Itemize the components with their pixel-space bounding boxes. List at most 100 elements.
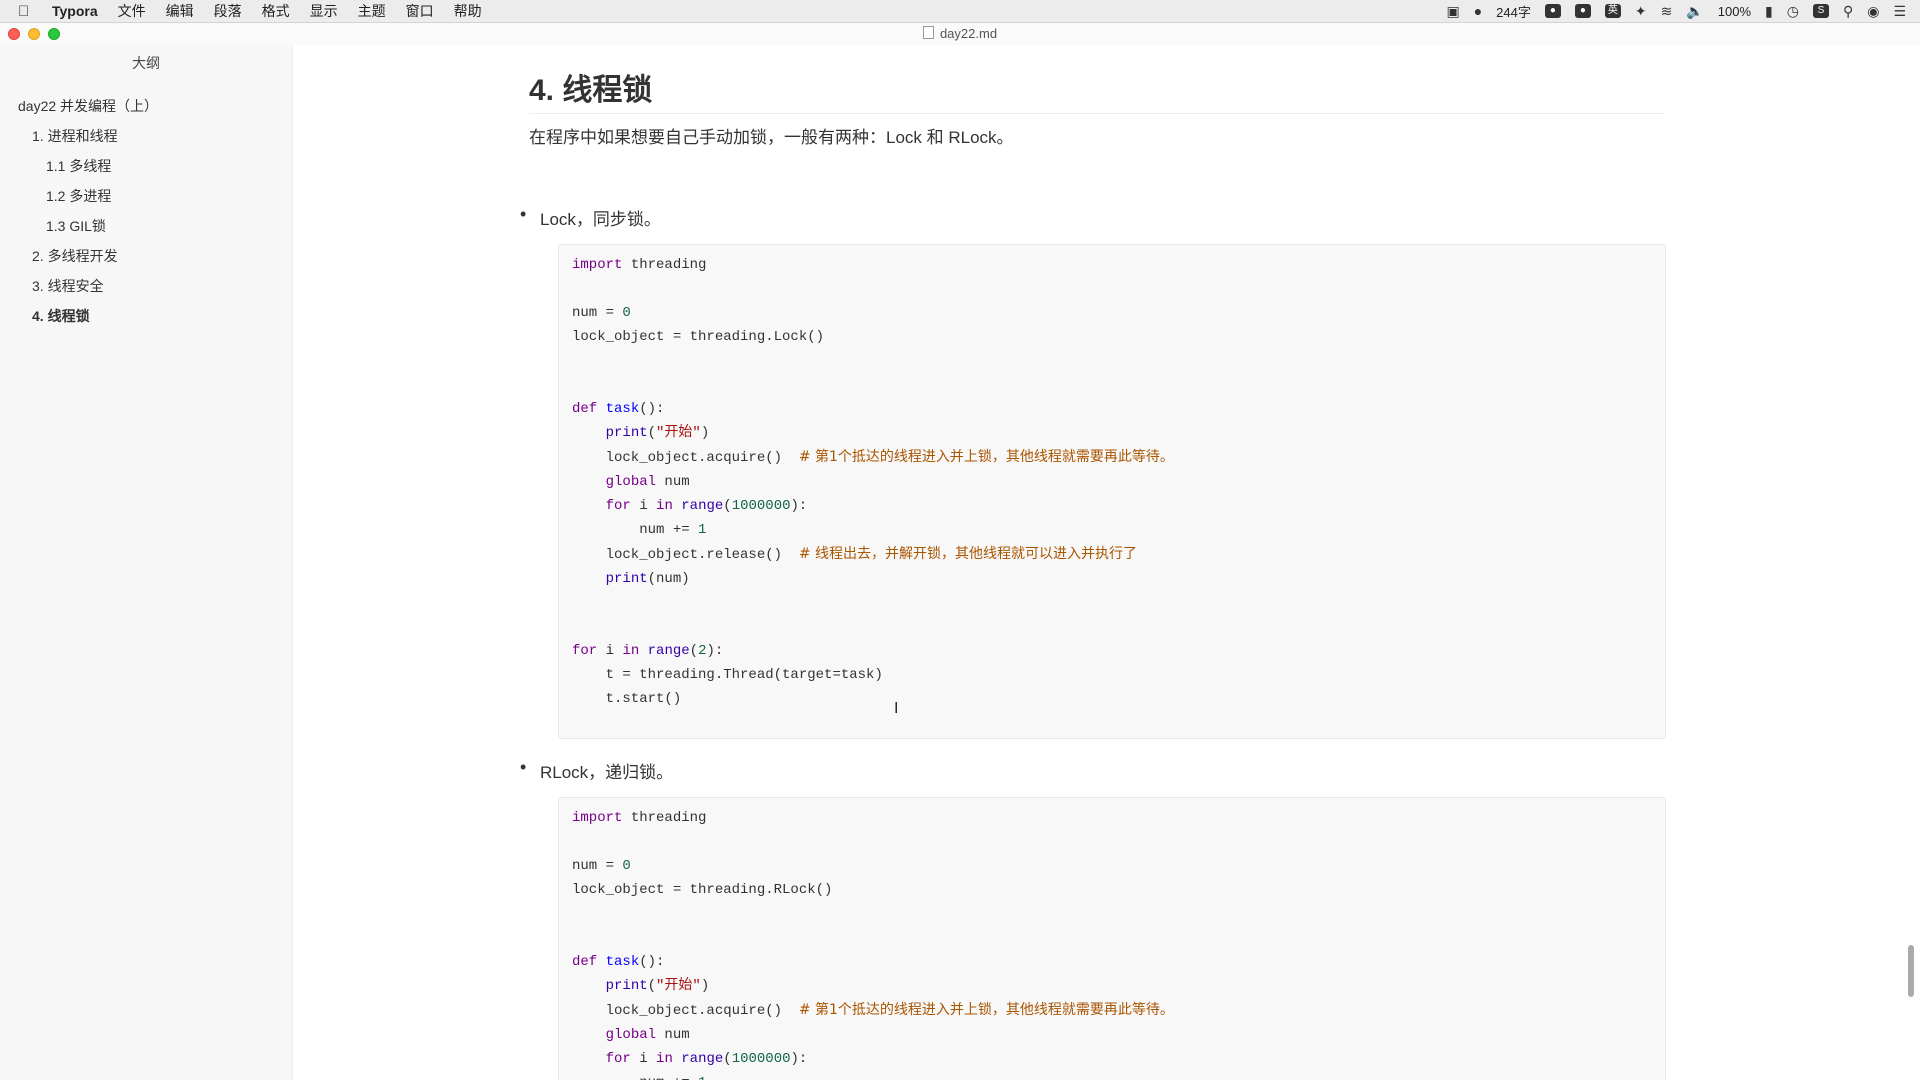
code-keyword: import: [572, 257, 623, 273]
code-text: lock_object.acquire(): [572, 1003, 799, 1019]
code-comment: # 第1个抵达的线程进入并上锁，其他线程就需要再此等待。: [798, 1002, 1174, 1018]
microphone-icon[interactable]: ●: [1574, 4, 1591, 18]
menu-view[interactable]: 显示: [310, 1, 338, 21]
list-item-lock[interactable]: Lock，同步锁。: [520, 204, 661, 230]
code-keyword: for: [572, 643, 598, 659]
battery-icon[interactable]: ▮: [1765, 3, 1773, 20]
code-text: threading: [630, 257, 707, 273]
menu-window[interactable]: 窗口: [406, 1, 434, 21]
code-text: num =: [572, 858, 623, 874]
outline-item-thread-lock[interactable]: 4. 线程锁: [0, 301, 292, 331]
code-block-lock[interactable]: import threading num = 0 lock_object = t…: [558, 244, 1666, 739]
code-number: 1: [698, 522, 707, 538]
code-text: t.start(): [572, 691, 682, 707]
vertical-scrollbar[interactable]: [1908, 945, 1914, 997]
code-string: "开始": [656, 978, 701, 994]
code-text: num =: [572, 305, 623, 321]
outline-item-day22[interactable]: day22 并发编程（上）: [0, 91, 292, 121]
window-titlebar: day22.md: [0, 23, 1920, 45]
code-number: 1000000: [731, 498, 791, 514]
time-machine-icon[interactable]: ◷: [1787, 3, 1799, 20]
input-method-icon[interactable]: 英: [1604, 4, 1621, 18]
outline-list: day22 并发编程（上） 1. 进程和线程 1.1 多线程 1.2 多进程 1…: [0, 91, 292, 331]
volume-icon[interactable]: 🔈: [1686, 3, 1703, 20]
code-text: lock_object.acquire(): [572, 450, 799, 466]
menu-help[interactable]: 帮助: [454, 1, 482, 21]
section-heading[interactable]: 4. 线程锁: [529, 65, 1665, 114]
intro-paragraph[interactable]: 在程序中如果想要自己手动加锁，一般有两种：Lock 和 RLock。: [529, 123, 1014, 148]
app-menu[interactable]: Typora: [52, 3, 98, 19]
code-keyword: global: [605, 474, 657, 490]
code-keyword: global: [605, 1027, 657, 1043]
code-text: num: [656, 1027, 690, 1043]
code-string: "开始": [656, 425, 701, 441]
outline-sidebar: 大纲 day22 并发编程（上） 1. 进程和线程 1.1 多线程 1.2 多进…: [0, 45, 293, 1080]
code-function: task: [605, 954, 640, 970]
control-center-icon[interactable]: ☰: [1893, 3, 1906, 20]
sidebar-title: 大纲: [132, 55, 160, 71]
code-number: 0: [622, 858, 631, 874]
code-text: lock_object.release(): [572, 547, 799, 563]
code-keyword: in: [622, 643, 640, 659]
file-icon: [922, 26, 934, 39]
menu-file[interactable]: 文件: [118, 1, 146, 21]
window-title-text: day22.md: [939, 26, 998, 41]
code-text: lock_object = threading.RLock(): [572, 882, 833, 898]
bluetooth-icon[interactable]: ✦: [1635, 3, 1647, 20]
menu-theme[interactable]: 主题: [358, 1, 386, 21]
outline-item-thread-dev[interactable]: 2. 多线程开发: [0, 241, 292, 271]
code-number: 0: [622, 305, 631, 321]
menu-app-icon[interactable]: S: [1812, 4, 1829, 18]
code-number: 1000000: [731, 1051, 791, 1067]
status-area: ▣ ● 244字 ● ● 英 ✦ ≋ 🔈 100% ▮ ◷ S ⚲ ◉ ☰: [1446, 0, 1906, 22]
wechat-icon[interactable]: ●: [1474, 3, 1482, 19]
code-builtin: print: [605, 978, 648, 994]
menu-bar:  Typora 文件 编辑 段落 格式 显示 主题 窗口 帮助 ▣ ● 244…: [0, 0, 1920, 23]
code-text: threading: [630, 810, 707, 826]
code-builtin: range: [681, 1051, 724, 1067]
outline-item-gil[interactable]: 1.3 GIL锁: [0, 211, 292, 241]
editor-content[interactable]: 4. 线程锁 在程序中如果想要自己手动加锁，一般有两种：Lock 和 RLock…: [293, 45, 1893, 1080]
code-text: num +=: [572, 1075, 698, 1080]
text-cursor-icon: I: [894, 700, 899, 717]
code-builtin: print: [605, 425, 648, 441]
code-number: 2: [698, 643, 707, 659]
list-item-rlock[interactable]: RLock，递归锁。: [520, 757, 673, 783]
code-keyword: for: [605, 1051, 631, 1067]
word-count[interactable]: 244字: [1496, 2, 1531, 21]
code-text: num: [656, 474, 690, 490]
code-text: (num): [647, 571, 690, 587]
code-text: t = threading.Thread(target=task): [572, 667, 883, 683]
battery-percent[interactable]: 100%: [1718, 4, 1751, 19]
window-title: day22.md: [0, 26, 1920, 41]
code-number: 1: [698, 1075, 706, 1080]
code-text: num +=: [572, 522, 699, 538]
status-app-icon[interactable]: ●: [1544, 4, 1561, 18]
code-keyword: in: [656, 498, 673, 514]
code-comment: # 线程出去，并解开锁，其他线程就可以进入并执行了: [798, 546, 1138, 562]
code-comment: # 第1个抵达的线程进入并上锁，其他线程就需要再此等待。: [798, 449, 1174, 465]
code-function: task: [605, 401, 640, 417]
code-keyword: def: [572, 401, 598, 417]
outline-item-multiprocess[interactable]: 1.2 多进程: [0, 181, 292, 211]
code-builtin: range: [647, 643, 690, 659]
code-builtin: range: [681, 498, 724, 514]
search-icon[interactable]: ⚲: [1843, 3, 1853, 20]
siri-icon[interactable]: ◉: [1867, 3, 1879, 20]
outline-item-thread-safety[interactable]: 3. 线程安全: [0, 271, 292, 301]
code-keyword: for: [605, 498, 631, 514]
wifi-icon[interactable]: ≋: [1661, 3, 1673, 20]
apple-menu-icon[interactable]: : [18, 3, 38, 20]
code-keyword: import: [572, 810, 623, 826]
code-text: lock_object = threading.Lock(): [572, 329, 825, 345]
menu-paragraph[interactable]: 段落: [214, 1, 242, 21]
code-block-rlock[interactable]: import threading num = 0 lock_object = t…: [558, 797, 1666, 1080]
code-builtin: print: [605, 571, 648, 587]
menu-format[interactable]: 格式: [262, 1, 290, 21]
outline-item-multithread[interactable]: 1.1 多线程: [0, 151, 292, 181]
code-keyword: def: [572, 954, 598, 970]
screen-record-icon[interactable]: ▣: [1446, 3, 1459, 20]
code-keyword: in: [656, 1051, 673, 1067]
outline-item-process-thread[interactable]: 1. 进程和线程: [0, 121, 292, 151]
menu-edit[interactable]: 编辑: [166, 1, 194, 21]
